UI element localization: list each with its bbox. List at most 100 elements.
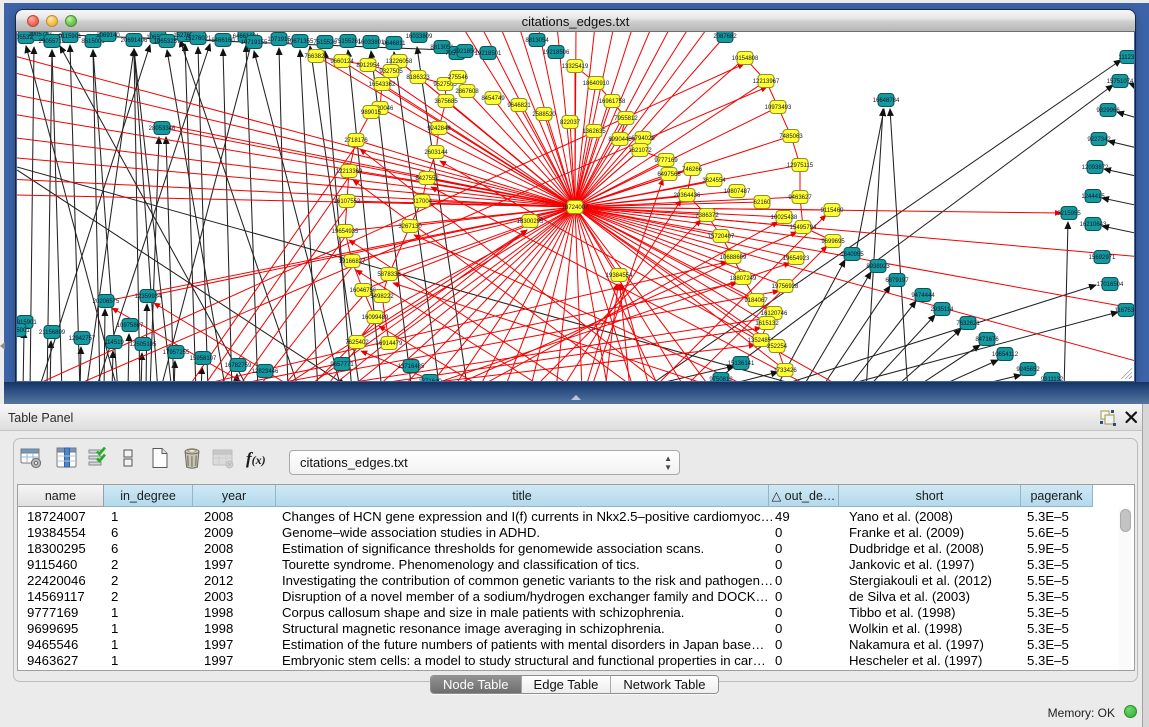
svg-text:1244415: 1244415 — [1081, 194, 1105, 200]
svg-text:3215955: 3215955 — [1057, 211, 1081, 217]
svg-text:16033809: 16033809 — [406, 34, 433, 40]
svg-text:15495794: 15495794 — [790, 225, 817, 231]
svg-text:746266: 746266 — [682, 167, 703, 173]
svg-text:28053346: 28053346 — [149, 126, 176, 132]
svg-text:8454749: 8454749 — [481, 96, 505, 102]
svg-text:8912954: 8912954 — [356, 63, 380, 69]
svg-text:114519: 114519 — [104, 340, 124, 346]
svg-text:15720407: 15720407 — [708, 234, 735, 240]
svg-text:15958107: 15958107 — [190, 356, 217, 362]
svg-text:21156809: 21156809 — [39, 330, 66, 336]
svg-text:15276021: 15276021 — [185, 36, 212, 42]
svg-text:16543362: 16543362 — [369, 82, 396, 88]
svg-text:12093872: 12093872 — [1082, 165, 1109, 171]
svg-text:13325419: 13325419 — [562, 64, 589, 70]
svg-text:10025438: 10025438 — [771, 215, 798, 221]
svg-text:8471676: 8471676 — [975, 337, 999, 343]
svg-text:6794028: 6794028 — [631, 136, 655, 142]
svg-text:2588520: 2588520 — [532, 112, 556, 118]
svg-text:16782759: 16782759 — [225, 363, 252, 369]
svg-text:6497568: 6497568 — [657, 172, 681, 178]
svg-text:1640955: 1640955 — [840, 252, 864, 258]
svg-text:317004: 317004 — [412, 199, 433, 205]
svg-text:9327505: 9327505 — [379, 69, 403, 75]
svg-text:989015: 989015 — [361, 110, 382, 116]
svg-text:7663822: 7663822 — [304, 54, 328, 60]
svg-text:2718176: 2718176 — [344, 138, 368, 144]
svg-text:3915001: 3915001 — [17, 328, 30, 334]
svg-text:2087682: 2087682 — [713, 34, 737, 40]
svg-text:12359934: 12359934 — [135, 294, 162, 300]
svg-text:10154808: 10154808 — [732, 56, 759, 62]
svg-text:16648784: 16648784 — [873, 98, 900, 104]
svg-text:16107552: 16107552 — [334, 199, 361, 205]
svg-text:18300295: 18300295 — [517, 219, 544, 225]
svg-text:8990448: 8990448 — [608, 137, 632, 143]
svg-text:12505105: 12505105 — [130, 342, 157, 348]
svg-text:3267130: 3267130 — [398, 224, 422, 230]
svg-text:5498222: 5498222 — [370, 294, 394, 300]
svg-text:16033801: 16033801 — [358, 40, 385, 46]
svg-text:6879197: 6879197 — [885, 278, 909, 284]
svg-text:9646811: 9646811 — [383, 41, 407, 47]
svg-text:1371640: 1371640 — [418, 379, 442, 381]
svg-text:8427552: 8427552 — [415, 176, 439, 182]
svg-text:20364436: 20364436 — [674, 193, 701, 199]
svg-text:13716485: 13716485 — [398, 364, 425, 370]
svg-text:1362635: 1362635 — [582, 129, 606, 135]
svg-text:17957255: 17957255 — [163, 350, 190, 356]
svg-text:12823446: 12823446 — [252, 369, 279, 375]
svg-text:19166827: 19166827 — [339, 259, 366, 265]
svg-text:19218501: 19218501 — [475, 51, 502, 57]
svg-text:9184067: 9184067 — [744, 298, 768, 304]
svg-text:7955812: 7955812 — [614, 116, 638, 122]
svg-text:111230: 111230 — [1118, 55, 1134, 61]
svg-text:20691406: 20691406 — [121, 38, 148, 44]
svg-text:9699695: 9699695 — [821, 239, 845, 245]
svg-text:8938923: 8938923 — [866, 264, 890, 270]
svg-text:12213967: 12213967 — [753, 79, 780, 85]
svg-text:19654935: 19654935 — [332, 229, 359, 235]
svg-text:7632621: 7632621 — [956, 321, 980, 327]
svg-text:9242848: 9242848 — [427, 126, 451, 132]
svg-text:12975115: 12975115 — [787, 163, 814, 169]
svg-text:7485063: 7485063 — [779, 134, 803, 140]
svg-text:9311132: 9311132 — [1041, 377, 1064, 381]
svg-text:9657771: 9657771 — [330, 362, 354, 368]
svg-text:62160: 62160 — [754, 200, 771, 206]
svg-text:8813054: 8813054 — [525, 38, 549, 44]
svg-text:8186323: 8186323 — [406, 75, 430, 81]
svg-text:15692971: 15692971 — [1089, 255, 1116, 261]
svg-text:12942757: 12942757 — [69, 336, 96, 342]
svg-text:12213369: 12213369 — [336, 169, 363, 175]
svg-text:3624554: 3624554 — [702, 178, 726, 184]
svg-text:15136141: 15136141 — [728, 361, 755, 367]
svg-text:5878332: 5878332 — [377, 272, 401, 278]
svg-text:18807249: 18807249 — [730, 276, 757, 282]
svg-text:16961758: 16961758 — [599, 99, 626, 105]
svg-text:1615132: 1615132 — [755, 321, 779, 327]
svg-text:10671355: 10671355 — [287, 39, 314, 45]
svg-text:9750812: 9750812 — [709, 377, 733, 381]
svg-text:252254: 252254 — [767, 344, 788, 350]
svg-text:9115460: 9115460 — [821, 208, 845, 214]
svg-text:3675685: 3675685 — [434, 99, 458, 105]
svg-text:2603144: 2603144 — [424, 150, 448, 156]
svg-text:20206575: 20206575 — [93, 299, 120, 305]
svg-text:10975867: 10975867 — [117, 323, 144, 329]
svg-text:16210643: 16210643 — [1080, 222, 1107, 228]
svg-text:18724007: 18724007 — [562, 205, 589, 211]
svg-text:9227342: 9227342 — [1087, 137, 1111, 143]
svg-text:1167533: 1167533 — [1115, 308, 1134, 314]
svg-text:10973493: 10973493 — [765, 105, 792, 111]
svg-text:275546: 275546 — [448, 75, 469, 81]
svg-text:822037: 822037 — [560, 120, 581, 126]
svg-text:9329966: 9329966 — [1096, 108, 1120, 114]
svg-text:9660124: 9660124 — [330, 59, 354, 65]
svg-text:10688609: 10688609 — [720, 255, 747, 261]
svg-text:19756928: 19756928 — [772, 284, 799, 290]
svg-text:18640910: 18640910 — [583, 81, 610, 87]
svg-text:2069140: 2069140 — [96, 33, 120, 39]
svg-text:9245652: 9245652 — [1016, 367, 1040, 373]
svg-text:9115901: 9115901 — [59, 34, 83, 40]
